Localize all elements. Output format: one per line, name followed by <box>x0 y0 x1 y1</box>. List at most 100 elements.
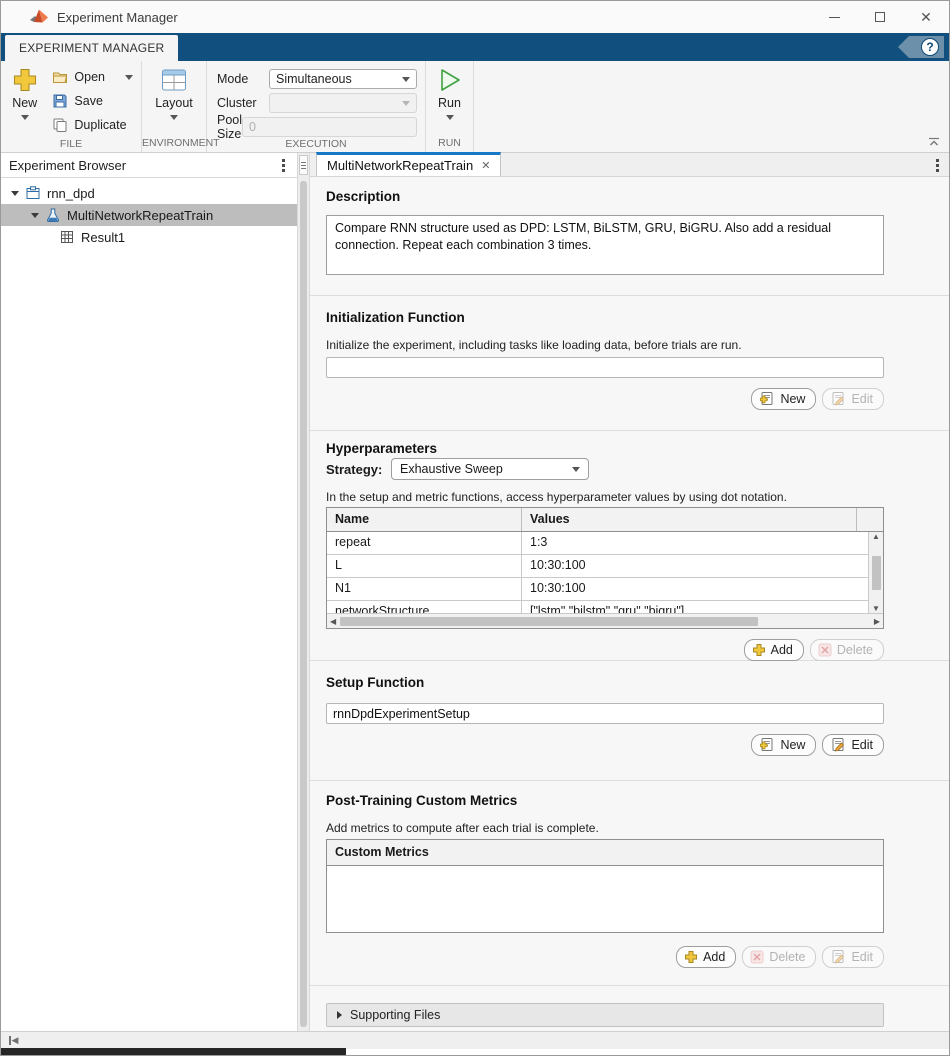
tab-experiment-manager[interactable]: EXPERIMENT MANAGER <box>5 35 178 61</box>
toolbar-group-execution: Mode Simultaneous Cluster <box>207 61 426 152</box>
strategy-dropdown[interactable]: Exhaustive Sweep <box>391 458 589 480</box>
experiment-browser-header: Experiment Browser <box>1 153 297 178</box>
strategy-dropdown-caret-icon <box>572 467 580 472</box>
matlab-logo-icon <box>29 8 49 26</box>
run-icon <box>437 67 463 93</box>
setup-function-input[interactable] <box>326 703 884 724</box>
duplicate-icon <box>52 117 68 133</box>
layout-button[interactable]: Layout <box>152 65 196 136</box>
minimize-icon <box>829 17 840 18</box>
experiment-tree: rnn_dpd MultiNetworkRepeatTrain Resul <box>1 178 297 248</box>
new-button[interactable]: New <box>5 65 44 137</box>
scroll-right-icon[interactable]: ▶ <box>874 617 880 626</box>
table-vertical-scrollbar[interactable]: ▲ ▼ <box>868 532 883 613</box>
metrics-edit-button: Edit <box>822 946 884 968</box>
panel-splitter[interactable] <box>298 153 310 1031</box>
document-tab-bar: MultiNetworkRepeatTrain ✕ <box>310 153 949 177</box>
setup-edit-button[interactable]: Edit <box>822 734 884 756</box>
open-button[interactable]: Open <box>48 65 137 89</box>
setup-function-heading: Setup Function <box>326 675 884 690</box>
expand-caret-icon[interactable] <box>31 213 39 218</box>
maximize-button[interactable] <box>857 1 903 33</box>
group-label-environment: ENVIRONMENT <box>142 136 206 152</box>
description-textarea[interactable]: Compare RNN structure used as DPD: LSTM,… <box>326 215 884 275</box>
table-row[interactable]: networkStructure ["lstm" "bilstm" "gru" … <box>327 601 868 613</box>
minimize-button[interactable] <box>811 1 857 33</box>
initialization-new-button[interactable]: New <box>751 388 816 410</box>
tab-multinetworkrepeattrain[interactable]: MultiNetworkRepeatTrain ✕ <box>316 152 501 176</box>
toolbar: New Open <box>1 61 949 153</box>
scroll-left-icon[interactable]: ◀ <box>330 617 336 626</box>
horizontal-scroll-thumb[interactable] <box>340 617 758 626</box>
initialization-heading: Initialization Function <box>326 310 884 325</box>
metrics-delete-button: Delete <box>742 946 816 968</box>
table-row[interactable]: N1 10:30:100 <box>327 578 868 601</box>
column-scroll-gutter <box>857 508 883 531</box>
collapse-ribbon-button[interactable] <box>927 136 941 148</box>
edit-function-icon <box>830 949 846 965</box>
experiment-form: Description Compare RNN structure used a… <box>310 177 949 1031</box>
group-label-execution: EXECUTION <box>207 137 425 152</box>
custom-metrics-header: Custom Metrics <box>327 840 883 866</box>
new-function-icon <box>759 737 775 753</box>
close-button[interactable]: ✕ <box>903 1 949 33</box>
delete-icon <box>818 643 832 657</box>
result-table-icon <box>59 229 75 245</box>
help-button[interactable]: ? <box>898 36 944 58</box>
hyperparameters-table-header: Name Values <box>327 508 883 532</box>
help-icon: ? <box>921 38 939 56</box>
cluster-label: Cluster <box>217 96 269 110</box>
initialization-edit-button: Edit <box>822 388 884 410</box>
run-button[interactable]: Run <box>430 65 469 136</box>
group-label-run: RUN <box>426 136 473 152</box>
supporting-files-section: Supporting Files <box>310 986 949 1031</box>
duplicate-button[interactable]: Duplicate <box>48 113 137 137</box>
collapse-panel-button[interactable]: ◀ <box>9 1035 18 1046</box>
column-values: Values <box>522 508 857 531</box>
scroll-down-icon[interactable]: ▼ <box>872 604 880 613</box>
hyperparameter-add-button[interactable]: Add <box>744 639 804 661</box>
open-dropdown-icon[interactable] <box>125 75 133 80</box>
run-dropdown-icon[interactable] <box>446 115 454 120</box>
document-menu-button[interactable] <box>932 157 943 174</box>
tree-item-result[interactable]: Result1 <box>1 226 297 248</box>
initialization-section: Initialization Function Initialize the e… <box>310 296 949 431</box>
toolbar-group-environment: Layout ENVIRONMENT <box>142 61 207 152</box>
table-horizontal-scrollbar[interactable]: ◀ ▶ <box>327 613 883 628</box>
tree-item-experiment[interactable]: MultiNetworkRepeatTrain <box>1 204 297 226</box>
hyperparameters-hint: In the setup and metric functions, acces… <box>326 490 884 504</box>
ribbon-tab-strip: EXPERIMENT MANAGER ? <box>1 33 949 61</box>
table-row[interactable]: L 10:30:100 <box>327 555 868 578</box>
custom-metrics-table: Custom Metrics <box>326 839 884 933</box>
window-controls: ✕ <box>811 1 949 33</box>
expand-caret-icon[interactable] <box>11 191 19 196</box>
metrics-section: Post-Training Custom Metrics Add metrics… <box>310 781 949 986</box>
strategy-label: Strategy: <box>326 462 391 477</box>
metrics-add-button[interactable]: Add <box>676 946 736 968</box>
collapse-ribbon-icon <box>928 137 940 147</box>
initialization-hint: Initialize the experiment, including tas… <box>326 338 884 352</box>
vertical-scroll-thumb[interactable] <box>872 556 881 590</box>
mode-dropdown[interactable]: Simultaneous <box>269 69 417 89</box>
save-button[interactable]: Save <box>48 89 137 113</box>
new-dropdown-icon[interactable] <box>21 115 29 120</box>
scroll-up-icon[interactable]: ▲ <box>872 532 880 541</box>
window-title: Experiment Manager <box>57 10 811 25</box>
setup-new-button[interactable]: New <box>751 734 816 756</box>
tab-close-icon[interactable]: ✕ <box>481 159 490 172</box>
close-icon: ✕ <box>920 10 932 24</box>
description-section: Description Compare RNN structure used a… <box>310 177 949 296</box>
group-label-file: FILE <box>1 137 141 152</box>
toolbar-group-run: Run RUN <box>426 61 474 152</box>
initialization-function-input[interactable] <box>326 357 884 378</box>
tree-item-project[interactable]: rnn_dpd <box>1 182 297 204</box>
add-icon <box>684 950 698 964</box>
custom-metrics-empty-body[interactable] <box>327 866 883 932</box>
splitter-grip-icon[interactable] <box>299 155 308 175</box>
table-row[interactable]: repeat 1:3 <box>327 532 868 555</box>
browser-menu-button[interactable] <box>278 157 289 174</box>
hyperparameter-delete-button: Delete <box>810 639 884 661</box>
description-heading: Description <box>326 189 884 204</box>
supporting-files-expander[interactable]: Supporting Files <box>326 1003 884 1027</box>
layout-dropdown-icon[interactable] <box>170 115 178 120</box>
